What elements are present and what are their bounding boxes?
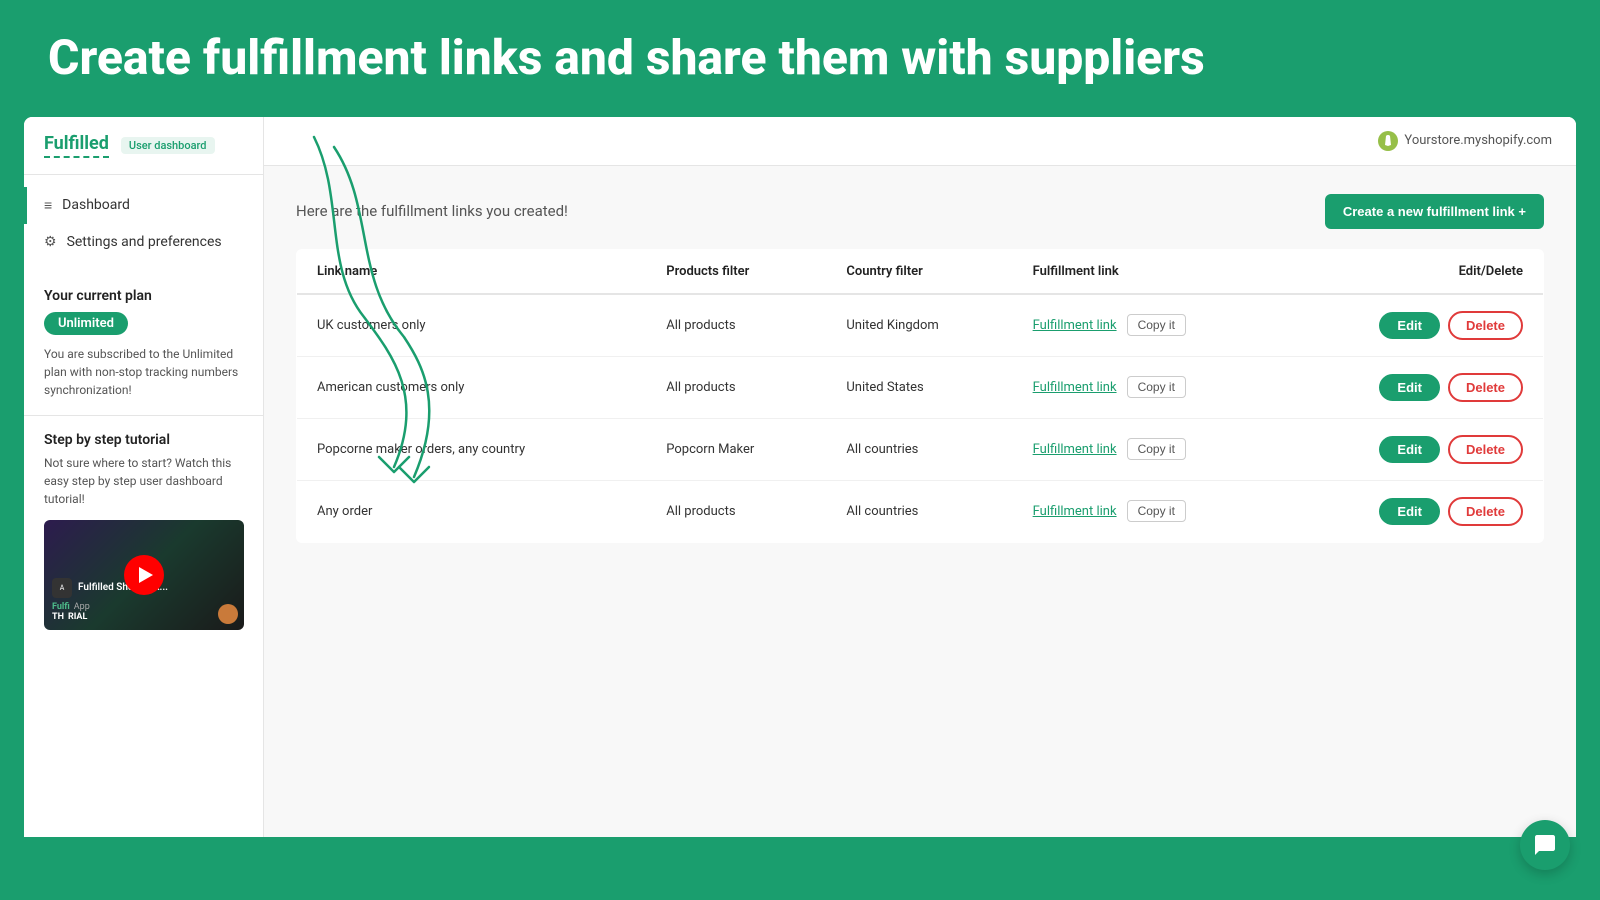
user-dashboard-badge: User dashboard bbox=[121, 137, 215, 154]
content-header: Here are the fulfillment links you creat… bbox=[296, 194, 1544, 229]
video-app-icon: A bbox=[52, 578, 72, 598]
cell-fulfillment-link-2: Fulfillment link Copy it bbox=[1013, 418, 1285, 480]
tutorial-video[interactable]: A Fulfilled Shopify A... Fulfi App TH RI… bbox=[44, 520, 244, 630]
main-content: Yourstore.myshopify.com Here are the ful… bbox=[264, 117, 1576, 837]
cell-fulfillment-link-1: Fulfillment link Copy it bbox=[1013, 356, 1285, 418]
cell-link-name-2: Popcorne maker orders, any country bbox=[297, 418, 647, 480]
cell-fulfillment-link-3: Fulfillment link Copy it bbox=[1013, 480, 1285, 542]
edit-button-0[interactable]: Edit bbox=[1379, 312, 1440, 339]
video-app-text: App bbox=[74, 602, 90, 612]
cell-link-name-3: Any order bbox=[297, 480, 647, 542]
sidebar-item-settings[interactable]: ⚙ Settings and preferences bbox=[24, 224, 263, 260]
copy-button-3[interactable]: Copy it bbox=[1127, 500, 1186, 522]
copy-button-0[interactable]: Copy it bbox=[1127, 314, 1186, 336]
table-row: Popcorne maker orders, any country Popco… bbox=[297, 418, 1544, 480]
video-label-white: RIAL bbox=[68, 612, 87, 622]
cell-fulfillment-link-0: Fulfillment link Copy it bbox=[1013, 294, 1285, 357]
cell-actions-0: Edit Delete bbox=[1285, 294, 1544, 357]
delete-button-3[interactable]: Delete bbox=[1448, 497, 1523, 526]
delete-button-1[interactable]: Delete bbox=[1448, 373, 1523, 402]
cell-actions-3: Edit Delete bbox=[1285, 480, 1544, 542]
sidebar-item-dashboard[interactable]: ≡ Dashboard bbox=[24, 187, 263, 224]
edit-button-1[interactable]: Edit bbox=[1379, 374, 1440, 401]
cell-products-filter-0: All products bbox=[646, 294, 826, 357]
col-products-filter: Products filter bbox=[646, 249, 826, 294]
table-header-row: Link name Products filter Country filter… bbox=[297, 249, 1544, 294]
cell-country-filter-1: United States bbox=[826, 356, 1012, 418]
edit-button-2[interactable]: Edit bbox=[1379, 436, 1440, 463]
cell-actions-1: Edit Delete bbox=[1285, 356, 1544, 418]
tutorial-section: Step by step tutorial Not sure where to … bbox=[24, 415, 263, 646]
fulfillment-link-url-3[interactable]: Fulfillment link bbox=[1033, 504, 1117, 519]
fulfillment-link-url-1[interactable]: Fulfillment link bbox=[1033, 380, 1117, 395]
cell-actions-2: Edit Delete bbox=[1285, 418, 1544, 480]
plan-badge: Unlimited bbox=[44, 312, 128, 335]
shopify-icon bbox=[1378, 131, 1398, 151]
cell-link-name-0: UK customers only bbox=[297, 294, 647, 357]
dashboard-icon: ≡ bbox=[44, 197, 52, 214]
chat-bubble-button[interactable] bbox=[1520, 820, 1570, 870]
content-area: Here are the fulfillment links you creat… bbox=[264, 166, 1576, 571]
col-country-filter: Country filter bbox=[826, 249, 1012, 294]
chat-icon bbox=[1533, 833, 1557, 857]
cell-products-filter-2: Popcorn Maker bbox=[646, 418, 826, 480]
copy-button-1[interactable]: Copy it bbox=[1127, 376, 1186, 398]
plan-description: You are subscribed to the Unlimited plan… bbox=[44, 345, 243, 399]
col-edit-delete: Edit/Delete bbox=[1285, 249, 1544, 294]
video-avatar bbox=[218, 604, 238, 624]
edit-button-3[interactable]: Edit bbox=[1379, 498, 1440, 525]
sidebar-nav: ≡ Dashboard ⚙ Settings and preferences bbox=[24, 175, 263, 272]
shopify-store-link[interactable]: Yourstore.myshopify.com bbox=[1378, 131, 1552, 151]
sidebar-item-settings-label: Settings and preferences bbox=[67, 234, 222, 250]
cell-link-name-1: American customers only bbox=[297, 356, 647, 418]
delete-button-2[interactable]: Delete bbox=[1448, 435, 1523, 464]
content-header-text: Here are the fulfillment links you creat… bbox=[296, 202, 568, 220]
table-row: American customers only All products Uni… bbox=[297, 356, 1544, 418]
table-row: Any order All products All countries Ful… bbox=[297, 480, 1544, 542]
video-play-button[interactable] bbox=[124, 555, 164, 595]
delete-button-0[interactable]: Delete bbox=[1448, 311, 1523, 340]
plan-section: Your current plan Unlimited You are subs… bbox=[24, 272, 263, 415]
col-fulfillment-link: Fulfillment link bbox=[1013, 249, 1285, 294]
cell-country-filter-3: All countries bbox=[826, 480, 1012, 542]
table-row: UK customers only All products United Ki… bbox=[297, 294, 1544, 357]
cell-country-filter-2: All countries bbox=[826, 418, 1012, 480]
cell-products-filter-1: All products bbox=[646, 356, 826, 418]
copy-button-2[interactable]: Copy it bbox=[1127, 438, 1186, 460]
top-bar: Yourstore.myshopify.com bbox=[264, 117, 1576, 166]
fulfillment-table: Link name Products filter Country filter… bbox=[296, 249, 1544, 543]
create-fulfillment-link-button[interactable]: Create a new fulfillment link + bbox=[1325, 194, 1544, 229]
sidebar: Fulfilled User dashboard ≡ Dashboard ⚙ S… bbox=[24, 117, 264, 837]
store-url-text: Yourstore.myshopify.com bbox=[1404, 133, 1552, 148]
hero-title: Create fulfillment links and share them … bbox=[48, 32, 1552, 85]
video-th: TH bbox=[52, 612, 64, 622]
settings-icon: ⚙ bbox=[44, 234, 57, 250]
cell-products-filter-3: All products bbox=[646, 480, 826, 542]
fulfillment-link-url-2[interactable]: Fulfillment link bbox=[1033, 442, 1117, 457]
col-link-name: Link name bbox=[297, 249, 647, 294]
tutorial-description: Not sure where to start? Watch this easy… bbox=[44, 454, 243, 508]
cell-country-filter-0: United Kingdom bbox=[826, 294, 1012, 357]
plan-title: Your current plan bbox=[44, 288, 243, 304]
sidebar-item-dashboard-label: Dashboard bbox=[62, 197, 130, 213]
sidebar-logo: Fulfilled bbox=[44, 133, 109, 158]
fulfillment-link-url-0[interactable]: Fulfillment link bbox=[1033, 318, 1117, 333]
video-label-green: Fulfi bbox=[52, 602, 70, 612]
tutorial-title: Step by step tutorial bbox=[44, 432, 243, 448]
sidebar-header: Fulfilled User dashboard bbox=[24, 117, 263, 175]
